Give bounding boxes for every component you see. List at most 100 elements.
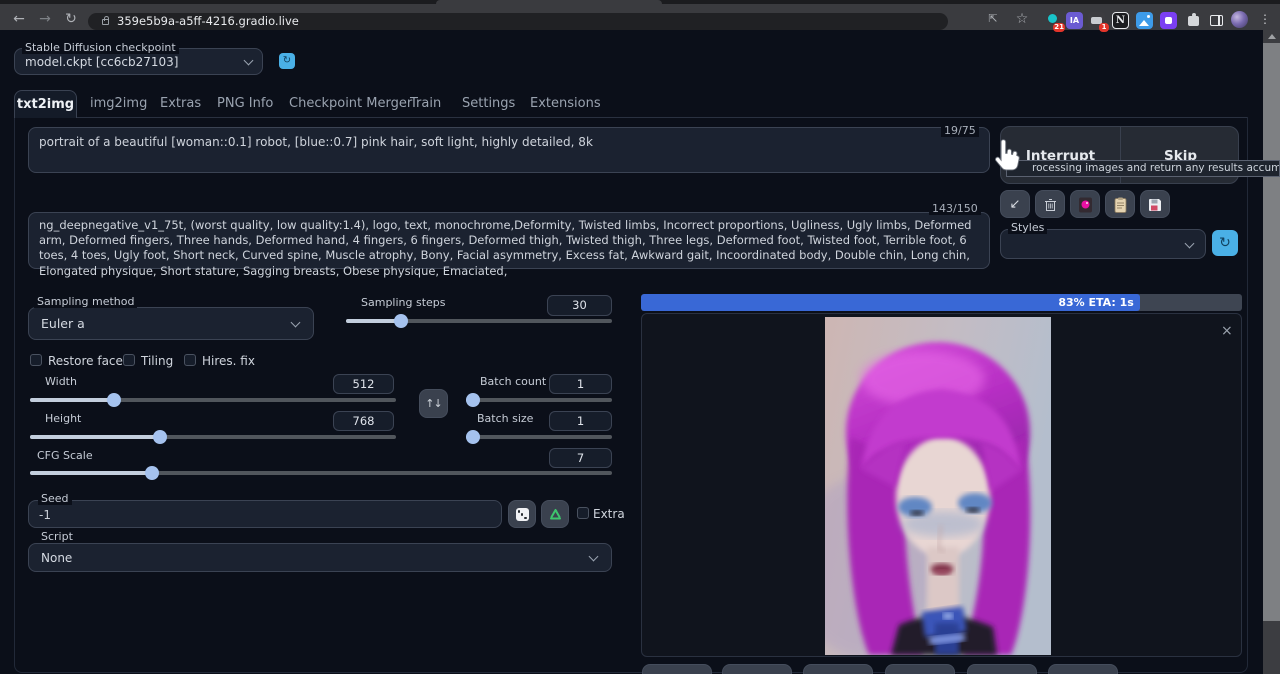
- height-label: Height: [42, 412, 84, 425]
- width-label: Width: [42, 375, 80, 388]
- scrollbar[interactable]: [1263, 30, 1280, 674]
- restore-faces-checkbox[interactable]: [30, 354, 42, 366]
- tab-extensions[interactable]: Extensions: [530, 90, 601, 118]
- extra-networks-button[interactable]: [1070, 190, 1100, 218]
- gallery-action-button[interactable]: [967, 664, 1037, 674]
- width-slider[interactable]: [30, 393, 396, 407]
- paste-arrow-icon: ↙: [1010, 197, 1021, 212]
- hand-cursor: [991, 139, 1023, 177]
- script-label: Script: [38, 530, 76, 543]
- paste-params-button[interactable]: ↙: [1000, 190, 1030, 218]
- progress-fill: 83% ETA: 1s: [641, 294, 1140, 311]
- address-bar[interactable]: 359e5b9a-a5ff-4216.gradio.live: [88, 13, 948, 30]
- extra-seed-checkbox[interactable]: [577, 507, 589, 519]
- extension-purple-icon[interactable]: [1160, 12, 1177, 29]
- negative-prompt-textarea[interactable]: ng_deepnegative_v1_75t, (worst quality, …: [28, 212, 990, 269]
- chevron-down-icon: [589, 552, 599, 562]
- height-input[interactable]: 768: [333, 411, 394, 431]
- chevron-down-icon: [244, 56, 254, 66]
- tab-checkpoint-merger[interactable]: Checkpoint Merger: [289, 90, 412, 118]
- clipboard-icon: [1114, 197, 1127, 213]
- interrupt-tooltip: rocessing images and return any results …: [1006, 160, 1280, 177]
- checkpoint-refresh-button[interactable]: ↻: [279, 53, 295, 69]
- cfg-scale-slider[interactable]: [30, 466, 612, 480]
- bookmark-star-icon[interactable]: ☆: [1013, 11, 1031, 27]
- generated-image[interactable]: [825, 317, 1051, 655]
- tab-img2img[interactable]: img2img: [90, 90, 147, 118]
- extension-badge: 1: [1099, 23, 1109, 32]
- width-input[interactable]: 512: [333, 374, 394, 394]
- floppy-disk-icon: [1148, 198, 1162, 212]
- progress-bar: 83% ETA: 1s: [641, 294, 1242, 311]
- sampling-method-dropdown[interactable]: Euler a: [28, 307, 314, 340]
- swap-arrows-icon: ↑↓: [425, 397, 441, 410]
- prompt-text: portrait of a beautiful [woman::0.1] rob…: [29, 128, 989, 157]
- random-seed-button[interactable]: [508, 500, 536, 528]
- sidepanel-icon[interactable]: [1208, 12, 1225, 29]
- puzzle-extensions-icon[interactable]: [1185, 12, 1202, 29]
- tab-train[interactable]: Train: [410, 90, 441, 118]
- scrollbar-thumb[interactable]: [1263, 43, 1280, 621]
- restore-faces-label: Restore faces: [48, 354, 129, 368]
- hires-fix-checkbox[interactable]: [184, 354, 196, 366]
- save-style-button[interactable]: [1140, 190, 1170, 218]
- swap-dimensions-button[interactable]: ↑↓: [419, 389, 448, 418]
- tiling-label: Tiling: [141, 354, 173, 368]
- cfg-scale-label: CFG Scale: [34, 449, 96, 462]
- scroll-up-icon[interactable]: [1268, 34, 1276, 39]
- extension-ia-icon[interactable]: IA: [1066, 12, 1083, 29]
- extension-teal-icon[interactable]: 21: [1044, 12, 1061, 29]
- tiling-checkbox[interactable]: [123, 354, 135, 366]
- tab-txt2img[interactable]: txt2img: [14, 90, 77, 118]
- seed-value: -1: [39, 508, 51, 522]
- script-value: None: [41, 551, 72, 565]
- hires-fix-label: Hires. fix: [202, 354, 255, 368]
- gallery-action-button[interactable]: [885, 664, 955, 674]
- back-icon[interactable]: ←: [10, 11, 28, 27]
- reuse-seed-button[interactable]: [541, 500, 569, 528]
- close-icon[interactable]: ×: [1221, 324, 1233, 338]
- browser-menu-icon[interactable]: ⋮: [1259, 11, 1271, 28]
- tab-settings[interactable]: Settings: [462, 90, 515, 118]
- clear-prompt-button[interactable]: [1035, 190, 1065, 218]
- forward-icon[interactable]: →: [36, 11, 54, 27]
- sampling-steps-slider[interactable]: [346, 314, 612, 328]
- seed-label: Seed: [38, 492, 72, 505]
- chevron-down-icon: [1185, 239, 1195, 249]
- seed-input[interactable]: -1: [28, 500, 502, 528]
- profile-avatar[interactable]: [1231, 11, 1248, 28]
- dice-icon: [516, 508, 529, 521]
- flower-card-icon: [1078, 197, 1093, 213]
- apply-styles-button[interactable]: [1105, 190, 1135, 218]
- gallery-action-button[interactable]: [803, 664, 873, 674]
- browser-toolbar: ← → ↻ 359e5b9a-a5ff-4216.gradio.live ⇱ ☆…: [0, 4, 1280, 30]
- sampling-method-label: Sampling method: [34, 295, 137, 308]
- batch-count-input[interactable]: 1: [549, 374, 612, 394]
- styles-refresh-button[interactable]: ↻: [1212, 230, 1238, 256]
- extension-notion-icon[interactable]: N: [1112, 12, 1129, 29]
- sampling-steps-label: Sampling steps: [358, 296, 449, 309]
- gallery-action-button[interactable]: [1048, 664, 1118, 674]
- gallery-action-button[interactable]: [642, 664, 712, 674]
- extension-image-icon[interactable]: [1136, 12, 1153, 29]
- share-icon[interactable]: ⇱: [984, 11, 1002, 27]
- prompt-textarea[interactable]: portrait of a beautiful [woman::0.1] rob…: [28, 127, 990, 173]
- gallery-action-button[interactable]: [722, 664, 792, 674]
- batch-count-slider[interactable]: [466, 393, 612, 407]
- tab-png-info[interactable]: PNG Info: [217, 90, 273, 118]
- batch-count-label: Batch count: [477, 375, 549, 388]
- batch-size-input[interactable]: 1: [549, 411, 612, 431]
- extension-camera-icon[interactable]: 1: [1088, 12, 1105, 29]
- batch-size-slider[interactable]: [466, 430, 612, 444]
- tab-extras[interactable]: Extras: [160, 90, 201, 118]
- sampling-steps-input[interactable]: 30: [547, 295, 612, 316]
- url-text[interactable]: 359e5b9a-a5ff-4216.gradio.live: [117, 14, 299, 29]
- checkpoint-label: Stable Diffusion checkpoint: [22, 41, 179, 54]
- cfg-scale-input[interactable]: 7: [549, 448, 612, 468]
- styles-label: Styles: [1008, 221, 1047, 234]
- script-dropdown[interactable]: None: [28, 543, 612, 572]
- negative-prompt-counter: 143/150: [929, 202, 981, 215]
- reload-icon[interactable]: ↻: [62, 11, 80, 27]
- batch-size-label: Batch size: [474, 412, 536, 425]
- height-slider[interactable]: [30, 430, 396, 444]
